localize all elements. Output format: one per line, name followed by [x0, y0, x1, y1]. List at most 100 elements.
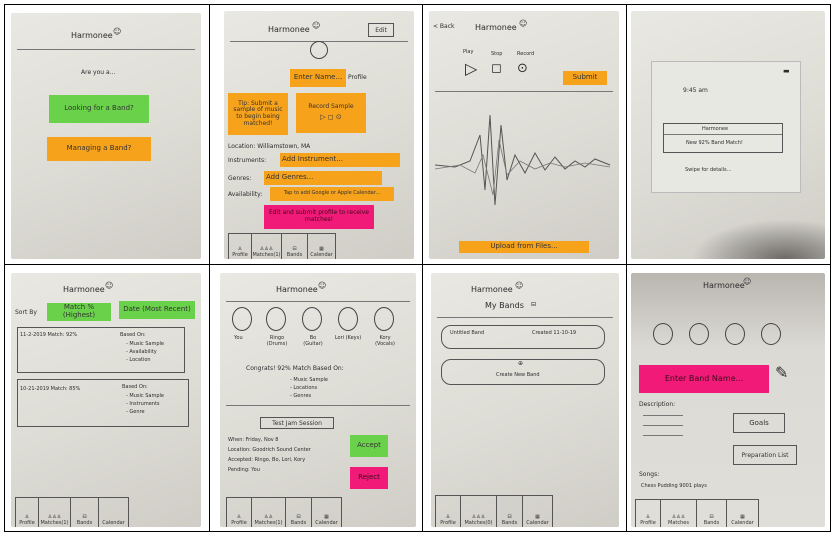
tab-calendar[interactable]: ▦ Calendar: [727, 499, 759, 527]
back-link[interactable]: < Back: [433, 23, 455, 30]
screenshot-grid: Harmonee ☺ Are you a... Looking for a Ba…: [4, 4, 831, 532]
band-name-field[interactable]: Enter Band Name...: [639, 365, 769, 393]
songs-label: Songs:: [639, 471, 660, 478]
tab-calendar[interactable]: ▦ Calendar: [312, 497, 342, 527]
session-line: Accepted: Ringo, Bo, Lori, Kory: [228, 457, 306, 463]
goals-button[interactable]: Goals: [733, 413, 785, 433]
tab-matches[interactable]: ♙♙ Matches(1): [252, 497, 286, 527]
app-title: Harmonee: [63, 285, 105, 294]
tab-profile[interactable]: ♙ Profile: [635, 499, 661, 527]
tab-calendar[interactable]: ▦ Calendar: [308, 233, 336, 259]
record-sample-panel[interactable]: Record Sample ▷ ◻ ⊙: [296, 93, 366, 133]
member-avatar[interactable]: [653, 323, 673, 345]
app-title: Harmonee: [268, 25, 310, 34]
tab-bands-label: Bands: [501, 520, 518, 526]
tab-profile[interactable]: ♙ Profile: [15, 497, 39, 527]
tab-bands[interactable]: ⊟ Bands: [497, 495, 523, 527]
hand-shadow: [691, 219, 825, 259]
tab-bands[interactable]: ⊟ Bands: [286, 497, 312, 527]
tab-matches[interactable]: ♙♙♙ Matches(0): [461, 495, 497, 527]
tab-bands[interactable]: ⊟ Bands: [71, 497, 99, 527]
managing-band-button[interactable]: Managing a Band?: [47, 137, 151, 161]
pencil-icon[interactable]: ✎: [775, 363, 788, 382]
match-card-2[interactable]: 10-21-2019 Match: 85% Based On: - Music …: [17, 379, 189, 427]
tab-profile[interactable]: ♙ Profile: [228, 233, 252, 259]
accept-button[interactable]: Accept: [350, 435, 388, 457]
description-line: [643, 425, 683, 426]
smiley-logo-icon: ☺: [515, 281, 524, 290]
smiley-logo-icon: ☺: [318, 281, 327, 290]
panel-match-detail: Harmonee ☺ You Ringo (Drums) Bo (Guitar)…: [210, 265, 423, 531]
member-avatar[interactable]: [338, 307, 358, 331]
member-name: Bo (Guitar): [303, 335, 323, 347]
tab-profile[interactable]: ♙ Profile: [435, 495, 461, 527]
member-avatar[interactable]: [232, 307, 252, 331]
match-2-item: - Music Sample: [126, 393, 164, 399]
create-new-band-button[interactable]: ⊕ Create New Band: [441, 359, 605, 385]
member-avatar[interactable]: [761, 323, 781, 345]
notification-card[interactable]: Harmonee New 92% Band Match!: [663, 123, 783, 153]
sort-match-button[interactable]: Match % (Highest): [47, 303, 111, 321]
member-avatar[interactable]: [374, 307, 394, 331]
app-title: Harmonee: [276, 285, 318, 294]
tab-calendar-label: Calendar: [526, 520, 549, 526]
genres-field[interactable]: Add Genres...: [264, 171, 382, 185]
tab-profile[interactable]: ♙ Profile: [226, 497, 252, 527]
preparation-list-button[interactable]: Preparation List: [733, 445, 797, 465]
profile-label: Profile: [348, 74, 367, 81]
session-line: Location: Goodrich Sound Center: [228, 447, 311, 453]
instruments-field[interactable]: Add Instrument...: [280, 153, 400, 167]
session-title: Test Jam Session: [260, 417, 334, 429]
tab-matches-label: Matches(0): [464, 520, 493, 526]
looking-for-band-button[interactable]: Looking for a Band?: [49, 95, 149, 123]
band-card[interactable]: Untitled Band Created 11-10-19: [441, 325, 605, 349]
create-new-band-label: Create New Band: [496, 372, 540, 378]
match-card-1[interactable]: 11-2-2019 Match: 92% Based On: - Music S…: [17, 327, 185, 373]
tab-calendar-label: Calendar: [731, 520, 754, 526]
app-title: Harmonee: [475, 23, 517, 32]
play-icon[interactable]: ▷: [465, 59, 477, 78]
upload-files-button[interactable]: Upload from Files...: [459, 241, 589, 253]
panel-band-editor: Harmonee ☺ Enter Band Name... ✎ Descript…: [627, 265, 830, 531]
song-item[interactable]: Chess Pudding 9001 plays: [641, 483, 707, 489]
playback-controls-icon[interactable]: ▷ ◻ ⊙: [320, 114, 342, 122]
match-1-item: - Location: [126, 357, 151, 363]
member-avatar[interactable]: [266, 307, 286, 331]
tab-bands[interactable]: ⊟ Bands: [697, 499, 727, 527]
record-icon[interactable]: ⊙: [517, 61, 528, 76]
smiley-logo-icon: ☺: [743, 277, 752, 286]
tab-profile-label: Profile: [232, 252, 248, 258]
tab-matches[interactable]: ♙♙♙ Matches(1): [39, 497, 71, 527]
tab-matches[interactable]: ♙♙♙ Matches(1): [252, 233, 282, 259]
match-2-based: Based On:: [122, 384, 148, 390]
drum-icon: ⊟: [531, 301, 537, 308]
notification-title: Harmonee: [702, 126, 729, 132]
panel-matches-list: Harmonee ☺ Sort By Match % (Highest) Dat…: [5, 265, 210, 531]
stop-icon[interactable]: ◻: [491, 61, 502, 76]
tab-bands[interactable]: ⊟ Bands: [282, 233, 308, 259]
notification-action: Swipe for details...: [685, 167, 732, 173]
member-avatar[interactable]: [689, 323, 709, 345]
paper-sketch: Harmonee ☺ Sort By Match % (Highest) Dat…: [11, 273, 201, 527]
edit-button[interactable]: Edit: [368, 23, 394, 37]
member-avatar[interactable]: [302, 307, 322, 331]
edit-hint-note: Edit and submit profile to receive match…: [264, 205, 374, 229]
reject-button[interactable]: Reject: [350, 467, 388, 489]
member-avatar[interactable]: [725, 323, 745, 345]
member-name: You: [234, 335, 243, 341]
match-1-item: - Availability: [126, 349, 157, 355]
availability-label: Availability:: [228, 191, 263, 198]
tab-calendar[interactable]: Calendar: [99, 497, 129, 527]
enter-name-field[interactable]: Enter Name...: [290, 69, 346, 87]
submit-button[interactable]: Submit: [563, 71, 607, 85]
tab-calendar[interactable]: ▦ Calendar: [523, 495, 553, 527]
tip-note: Tip: Submit a sample of music to begin b…: [228, 93, 288, 135]
play-label: Play: [463, 49, 474, 55]
waveform-sketch: [435, 114, 611, 206]
tab-matches[interactable]: ♙♙♙ Matches: [661, 499, 697, 527]
app-title: Harmonee: [703, 281, 745, 290]
panel-role-select: Harmonee ☺ Are you a... Looking for a Ba…: [5, 5, 210, 265]
availability-field[interactable]: Tap to add Google or Apple Calendar...: [270, 187, 394, 201]
sort-date-button[interactable]: Date (Most Recent): [119, 301, 195, 319]
instruments-label: Instruments:: [228, 157, 267, 164]
